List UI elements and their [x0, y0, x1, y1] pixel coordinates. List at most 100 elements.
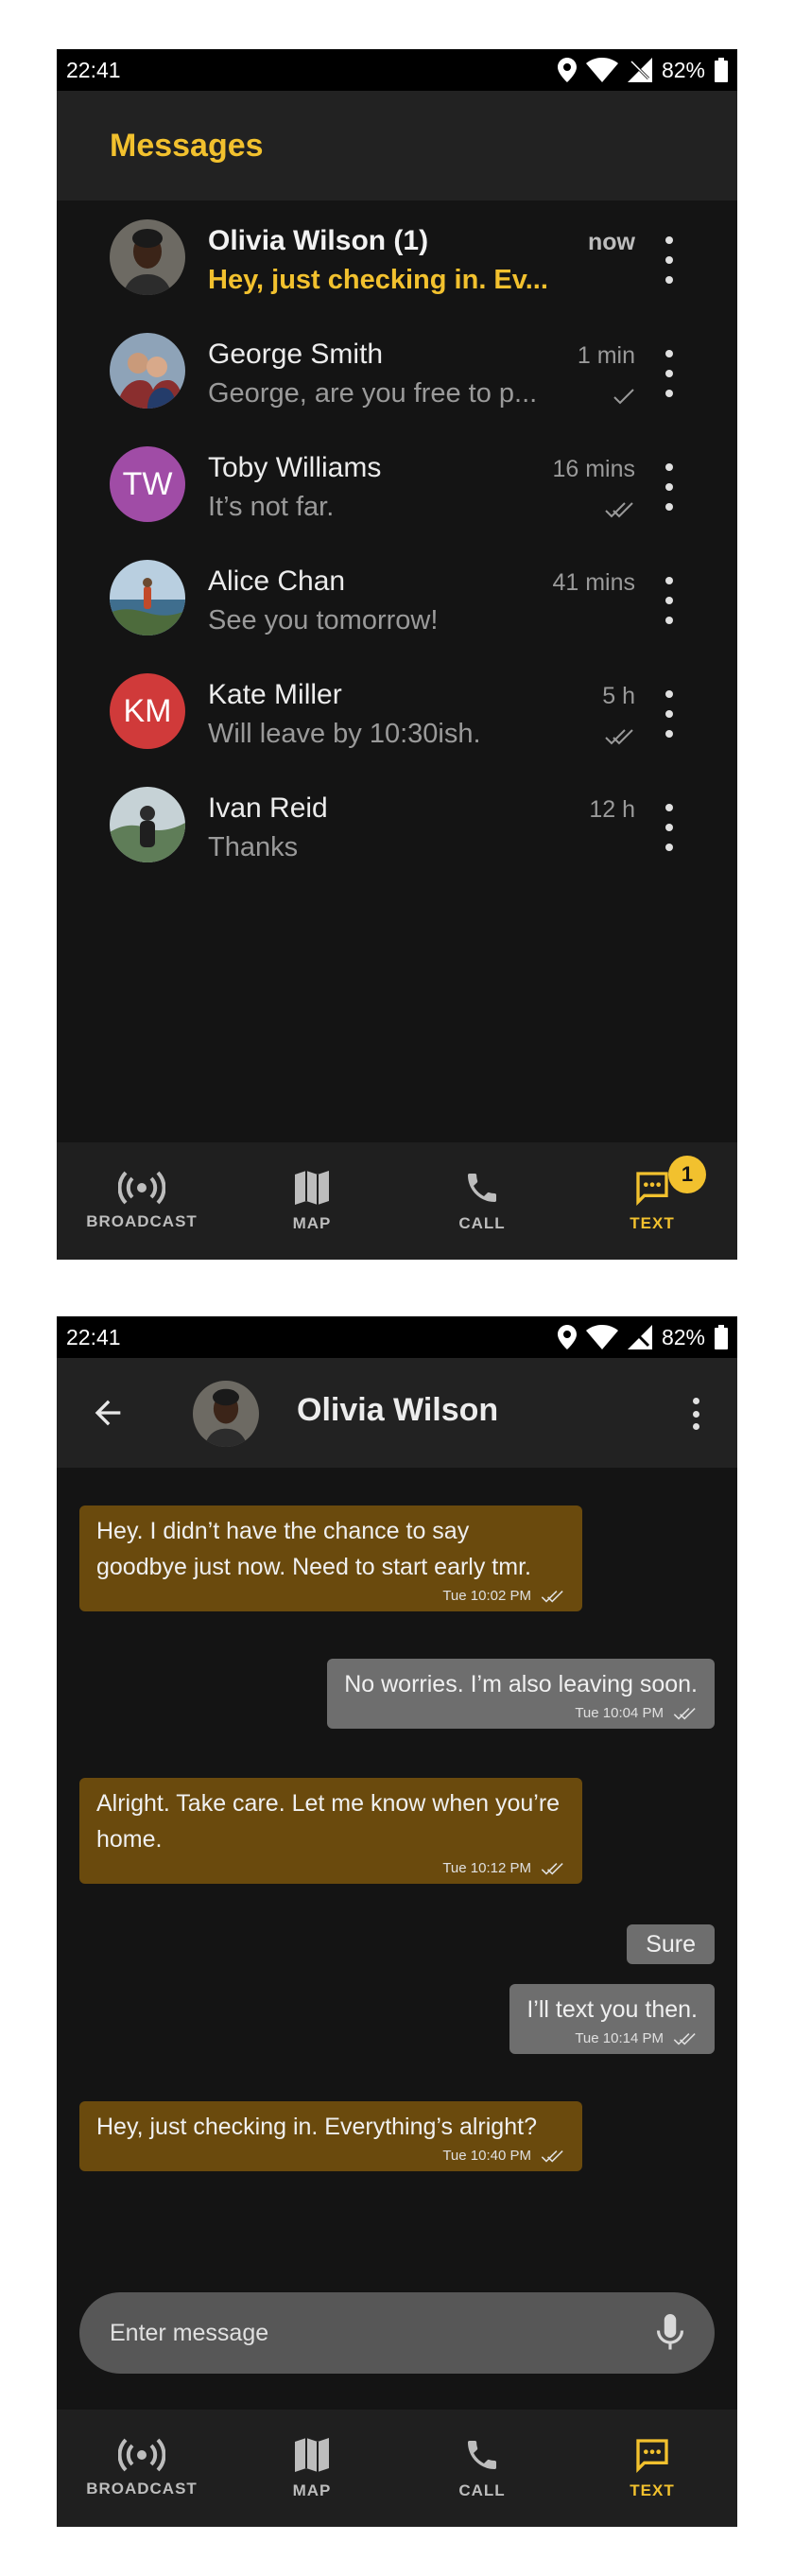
message-preview: Will leave by 10:30ish.: [208, 719, 481, 749]
conversation-item-alice[interactable]: Alice Chan See you tomorrow! 41 mins: [57, 560, 737, 673]
contact-name: Ivan Reid: [208, 792, 328, 824]
back-arrow-icon[interactable]: [89, 1394, 127, 1432]
location-icon: [557, 58, 577, 82]
message-bubble-incoming[interactable]: Hey, just checking in. Everything’s alri…: [79, 2101, 582, 2171]
nav-call[interactable]: CALL: [397, 2410, 567, 2527]
more-options-icon[interactable]: [658, 236, 681, 284]
chat-header: Olivia Wilson: [57, 1358, 737, 1468]
app-bar: Messages: [57, 91, 737, 200]
message-input[interactable]: [110, 2319, 656, 2347]
message-icon: [636, 1172, 668, 1207]
message-bubble-outgoing[interactable]: I’ll text you then. Tue 10:14 PM: [509, 1984, 715, 2054]
chat-screen: 22:41 82% Olivia Wilson Hey. I didn’t ha…: [57, 1316, 737, 2527]
battery-text: 82%: [661, 1324, 705, 1349]
contact-name: Olivia Wilson (1): [208, 225, 429, 256]
nav-broadcast[interactable]: BROADCAST: [57, 2410, 227, 2527]
chat-title: Olivia Wilson: [297, 1392, 499, 1428]
status-time: 22:41: [66, 1324, 121, 1349]
more-options-icon[interactable]: [658, 804, 681, 851]
battery-text: 82%: [661, 57, 705, 82]
message-timestamp: Tue 10:02 PM: [442, 1588, 531, 1604]
nav-label: TEXT: [630, 2481, 675, 2499]
contact-name: Alice Chan: [208, 566, 346, 597]
more-options-icon[interactable]: [658, 463, 681, 511]
read-double-check-icon: [605, 502, 633, 518]
nav-call[interactable]: CALL: [397, 1142, 567, 1260]
wifi-icon: [585, 58, 618, 82]
unread-badge: 1: [668, 1156, 706, 1193]
avatar: [110, 219, 185, 295]
message-bubble-outgoing[interactable]: No worries. I’m also leaving soon. Tue 1…: [327, 1659, 715, 1729]
bottom-nav: BROADCAST MAP CALL TEXT: [57, 2410, 737, 2527]
message-time: 12 h: [589, 796, 635, 823]
conversation-list: Olivia Wilson (1) Hey, just checking in.…: [57, 219, 737, 900]
message-preview: Hey, just checking in. Ev...: [208, 265, 548, 295]
inbox-screen: 22:41 82% Messages Olivia Wilson (1) Hey…: [57, 49, 737, 1260]
message-preview: George, are you free to p...: [208, 378, 538, 409]
more-options-icon[interactable]: [658, 690, 681, 738]
message-text: Alright. Take care. Let me know when you…: [96, 1790, 561, 1853]
read-double-check-icon: [541, 2150, 563, 2163]
message-timestamp: Tue 10:12 PM: [442, 1860, 531, 1876]
message-bubble-outgoing[interactable]: Sure: [627, 1924, 715, 1964]
avatar-initials: TW: [122, 465, 173, 502]
message-time: 5 h: [602, 683, 635, 709]
nav-broadcast[interactable]: BROADCAST: [57, 1142, 227, 1260]
message-bubble-incoming[interactable]: Alright. Take care. Let me know when you…: [79, 1778, 582, 1884]
wifi-icon: [585, 1325, 618, 1349]
message-text: No worries. I’m also leaving soon.: [344, 1671, 698, 1697]
message-bubble-incoming[interactable]: Hey. I didn’t have the chance to say goo…: [79, 1506, 582, 1611]
nav-text[interactable]: TEXT: [567, 2410, 737, 2527]
read-double-check-icon: [605, 729, 633, 745]
message-preview: It’s not far.: [208, 492, 335, 522]
avatar: [110, 333, 185, 409]
battery-icon: [715, 1325, 728, 1349]
avatar: [110, 560, 185, 635]
conversation-item-toby[interactable]: TW Toby Williams It’s not far. 16 mins: [57, 446, 737, 560]
status-time: 22:41: [66, 57, 121, 82]
nav-text[interactable]: TEXT 1: [567, 1142, 737, 1260]
more-options-icon[interactable]: [658, 577, 681, 624]
nav-map[interactable]: MAP: [227, 1142, 397, 1260]
message-timestamp: Tue 10:04 PM: [575, 1705, 664, 1721]
more-options-icon[interactable]: [658, 350, 681, 397]
avatar: KM: [110, 673, 185, 749]
nav-map[interactable]: MAP: [227, 2410, 397, 2527]
signal-icon: [627, 58, 652, 82]
photo-woman-icon: [110, 219, 185, 295]
location-icon: [557, 1325, 577, 1349]
avatar: [110, 787, 185, 862]
avatar: TW: [110, 446, 185, 522]
message-time: 16 mins: [552, 456, 635, 482]
conversation-item-olivia[interactable]: Olivia Wilson (1) Hey, just checking in.…: [57, 219, 737, 333]
read-double-check-icon: [673, 2033, 696, 2045]
nav-label: BROADCAST: [86, 2480, 198, 2498]
battery-icon: [715, 58, 728, 82]
contact-name: Toby Williams: [208, 452, 382, 483]
photo-woman-icon: [193, 1381, 259, 1447]
nav-label: CALL: [458, 1214, 506, 1232]
message-text: I’ll text you then.: [526, 1996, 698, 2023]
conversation-item-george[interactable]: George Smith George, are you free to p..…: [57, 333, 737, 446]
message-icon: [636, 2439, 668, 2474]
nav-label: BROADCAST: [86, 1212, 198, 1230]
message-text: Hey. I didn’t have the chance to say goo…: [96, 1518, 531, 1580]
conversation-item-ivan[interactable]: Ivan Reid Thanks 12 h: [57, 787, 737, 900]
microphone-icon[interactable]: [656, 2314, 684, 2352]
conversation-item-kate[interactable]: KM Kate Miller Will leave by 10:30ish. 5…: [57, 673, 737, 787]
sent-check-icon: [613, 389, 634, 405]
message-text: Hey, just checking in. Everything’s alri…: [96, 2114, 537, 2140]
photo-man-icon: [110, 787, 185, 862]
avatar-initials: KM: [123, 692, 172, 729]
bottom-nav: BROADCAST MAP CALL TEXT 1: [57, 1142, 737, 1260]
message-time: 1 min: [577, 342, 635, 369]
broadcast-icon: [118, 1171, 165, 1205]
message-text: Sure: [646, 1931, 696, 1958]
page-title: Messages: [110, 127, 264, 164]
broadcast-icon: [118, 2438, 165, 2472]
more-options-icon[interactable]: [686, 1398, 705, 1430]
read-double-check-icon: [673, 1708, 696, 1720]
phone-icon: [468, 1174, 496, 1202]
avatar[interactable]: [193, 1381, 259, 1447]
photo-landscape-icon: [110, 560, 185, 635]
